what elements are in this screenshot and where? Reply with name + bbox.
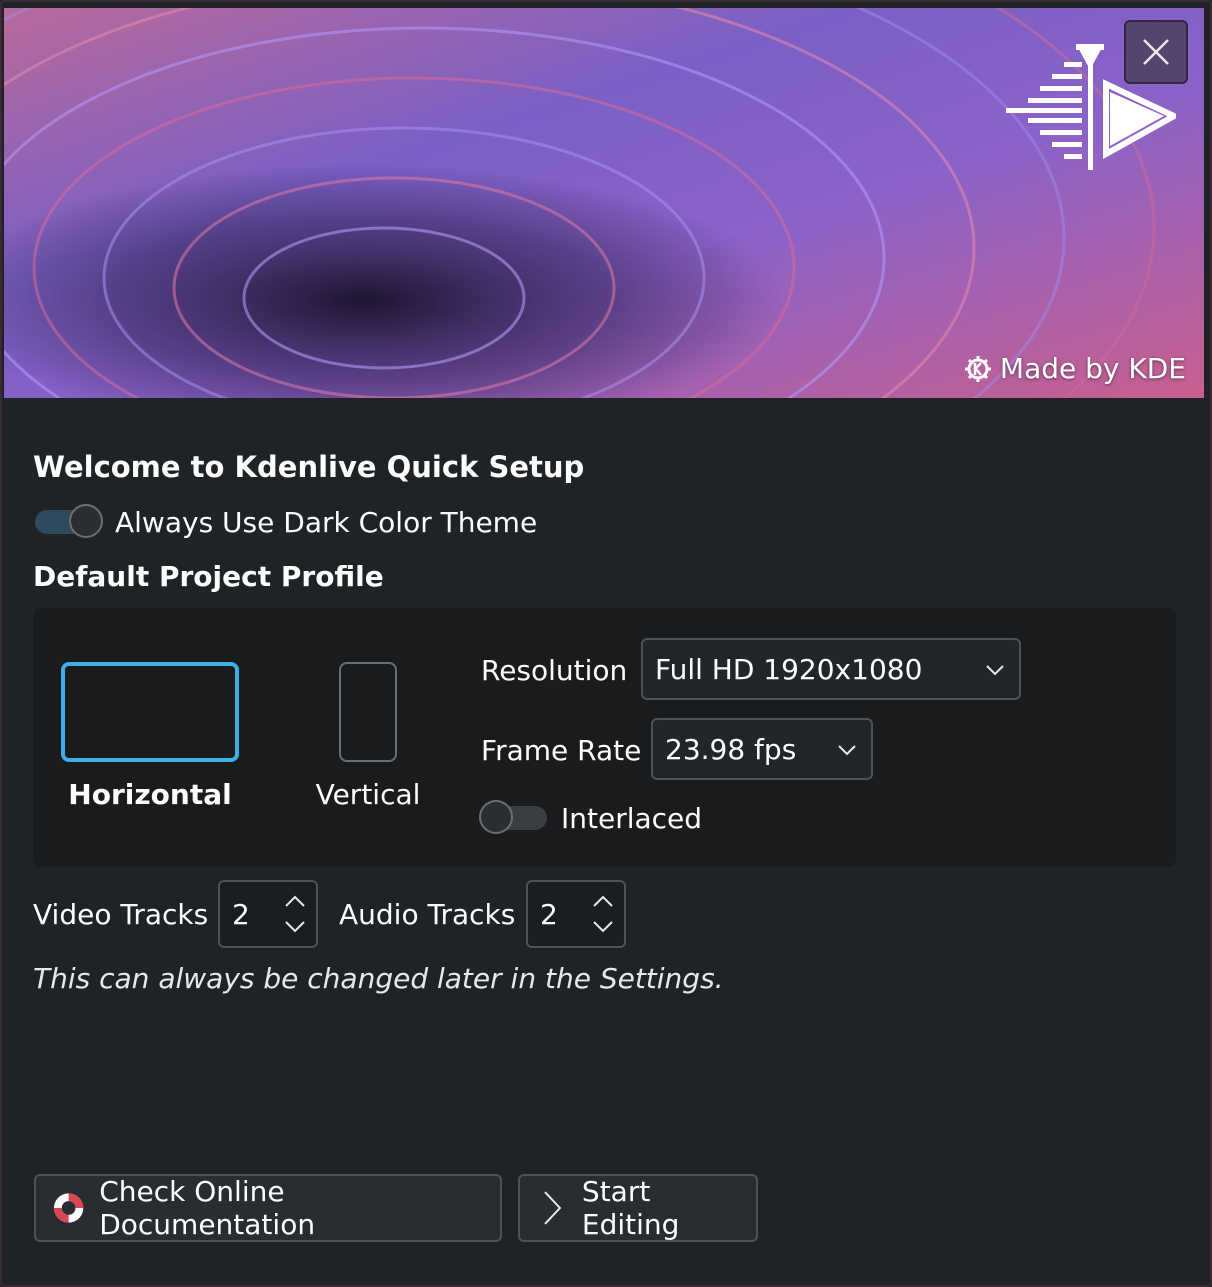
audio-tracks-label: Audio Tracks (339, 898, 516, 931)
resolution-select[interactable]: Full HD 1920x1080 (641, 638, 1021, 700)
start-editing-button[interactable]: Start Editing (518, 1174, 758, 1242)
spin-arrows-icon[interactable] (592, 894, 614, 934)
kde-gear-icon (964, 355, 991, 382)
horizontal-option[interactable]: Horizontal (60, 662, 240, 811)
made-by-kde: Made by KDE (964, 352, 1186, 385)
spin-arrows-icon[interactable] (284, 894, 306, 934)
vertical-preview (339, 662, 397, 762)
quick-setup-dialog: Made by KDE Welcome to Kdenlive Quick Se… (0, 0, 1212, 1287)
horizontal-preview (61, 662, 239, 762)
video-tracks-spinbox[interactable]: 2 (218, 880, 318, 948)
check-docs-button[interactable]: Check Online Documentation (34, 1174, 502, 1242)
close-icon (1143, 39, 1169, 65)
dark-theme-toggle-row: Always Use Dark Color Theme (33, 502, 537, 542)
resolution-label: Resolution (481, 654, 628, 687)
audio-tracks-value: 2 (540, 898, 558, 931)
profile-section-title: Default Project Profile (33, 560, 384, 593)
video-tracks-label: Video Tracks (33, 898, 209, 931)
interlaced-switch[interactable] (479, 798, 551, 838)
video-tracks-value: 2 (232, 898, 250, 931)
framerate-select[interactable]: 23.98 fps (651, 718, 873, 780)
framerate-value: 23.98 fps (665, 732, 797, 766)
check-docs-label: Check Online Documentation (99, 1175, 316, 1241)
audio-tracks-spinbox[interactable]: 2 (526, 880, 626, 948)
interlaced-row: Interlaced (479, 798, 702, 838)
dark-theme-switch[interactable] (33, 502, 105, 542)
settings-note: This can always be changed later in the … (33, 962, 724, 995)
tracks-row: Video Tracks 2 Audio Tracks 2 (2, 880, 1210, 948)
dark-theme-label: Always Use Dark Color Theme (115, 505, 538, 539)
made-by-label: Made by KDE (999, 352, 1186, 385)
horizontal-label: Horizontal (68, 778, 232, 811)
start-editing-label: Start Editing (581, 1175, 680, 1241)
interlaced-label: Interlaced (561, 801, 703, 835)
lifebuoy-icon (53, 1193, 84, 1223)
profile-card: Horizontal Vertical Resolution Full HD 1… (33, 608, 1176, 867)
chevron-down-icon (838, 745, 856, 756)
chevron-down-icon (986, 665, 1004, 676)
switch-knob (479, 800, 513, 834)
vertical-option[interactable]: Vertical (308, 662, 428, 811)
resolution-value: Full HD 1920x1080 (655, 652, 923, 686)
close-button[interactable] (1124, 20, 1188, 84)
welcome-title: Welcome to Kdenlive Quick Setup (33, 450, 585, 484)
welcome-banner: Made by KDE (4, 8, 1204, 398)
framerate-label: Frame Rate (481, 734, 642, 767)
vertical-label: Vertical (315, 778, 421, 811)
chevron-right-icon (544, 1191, 562, 1225)
switch-knob (69, 504, 103, 538)
